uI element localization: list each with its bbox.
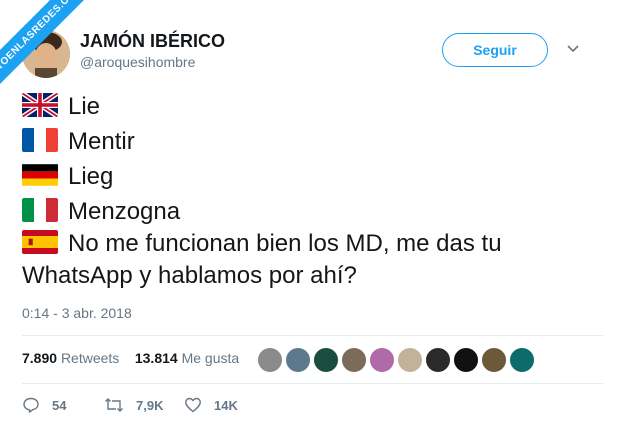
watermark-ribbon: VISTOENLASREDES.COM bbox=[0, 0, 90, 90]
liker-avatar[interactable] bbox=[397, 347, 423, 373]
divider bbox=[22, 335, 603, 336]
liker-avatar[interactable] bbox=[313, 347, 339, 373]
retweet-icon bbox=[105, 398, 123, 412]
likes-label[interactable]: Me gusta bbox=[182, 350, 240, 366]
follow-button[interactable]: Seguir bbox=[442, 33, 548, 67]
retweets-label[interactable]: Retweets bbox=[61, 350, 119, 366]
liker-avatar[interactable] bbox=[341, 347, 367, 373]
tweet-line-text: No me funcionan bien los MD, me das tu bbox=[68, 230, 502, 257]
france-flag-icon bbox=[22, 128, 58, 152]
user-handle[interactable]: @aroquesihombre bbox=[80, 54, 195, 70]
tweet-timestamp[interactable]: 0:14 - 3 abr. 2018 bbox=[22, 305, 132, 321]
heart-icon bbox=[185, 397, 201, 413]
liker-avatar[interactable] bbox=[453, 347, 479, 373]
like-count: 14K bbox=[214, 397, 238, 413]
reply-action[interactable]: 54 bbox=[22, 396, 66, 414]
retweets-count[interactable]: 7.890 bbox=[22, 350, 57, 366]
tweet-line-continuation: WhatsApp y hablamos por ahí? bbox=[22, 262, 357, 289]
tweet-line-text: Lieg bbox=[68, 163, 114, 190]
liker-avatar[interactable] bbox=[509, 347, 535, 373]
tweet-line-text: Menzogna bbox=[68, 198, 181, 225]
display-name[interactable]: JAMÓN IBÉRICO bbox=[80, 31, 225, 52]
spain-flag-icon bbox=[22, 230, 58, 254]
liker-avatar[interactable] bbox=[257, 347, 283, 373]
uk-flag-icon bbox=[22, 93, 58, 117]
retweet-count: 7,9K bbox=[136, 397, 164, 413]
likes-count[interactable]: 13.814 bbox=[135, 350, 178, 366]
reply-icon bbox=[23, 397, 39, 413]
tweet-line-spanish: No me funcionan bien los MD, me das tu bbox=[22, 229, 502, 259]
tweet-line-text: Lie bbox=[68, 93, 101, 120]
reply-count: 54 bbox=[52, 397, 67, 413]
tweet-line-text: Mentir bbox=[68, 128, 135, 155]
retweet-action[interactable]: 7,9K bbox=[104, 396, 163, 414]
tweet-line-german: Lieg bbox=[22, 162, 113, 192]
watermark-text: VISTOENLASREDES.COM bbox=[0, 0, 90, 90]
divider bbox=[22, 383, 603, 384]
tweet-line-english: Lie bbox=[22, 92, 100, 122]
tweet-line-italian: Menzogna bbox=[22, 197, 180, 227]
like-action[interactable]: 14K bbox=[184, 396, 238, 414]
liker-avatar[interactable] bbox=[425, 347, 451, 373]
liker-avatar[interactable] bbox=[369, 347, 395, 373]
chevron-down-icon[interactable] bbox=[566, 42, 580, 56]
tweet-stats: 7.890 Retweets 13.814 Me gusta bbox=[22, 350, 239, 366]
liker-avatar[interactable] bbox=[481, 347, 507, 373]
liker-avatar[interactable] bbox=[285, 347, 311, 373]
germany-flag-icon bbox=[22, 163, 58, 187]
italy-flag-icon bbox=[22, 198, 58, 222]
tweet-line-french: Mentir bbox=[22, 127, 135, 157]
